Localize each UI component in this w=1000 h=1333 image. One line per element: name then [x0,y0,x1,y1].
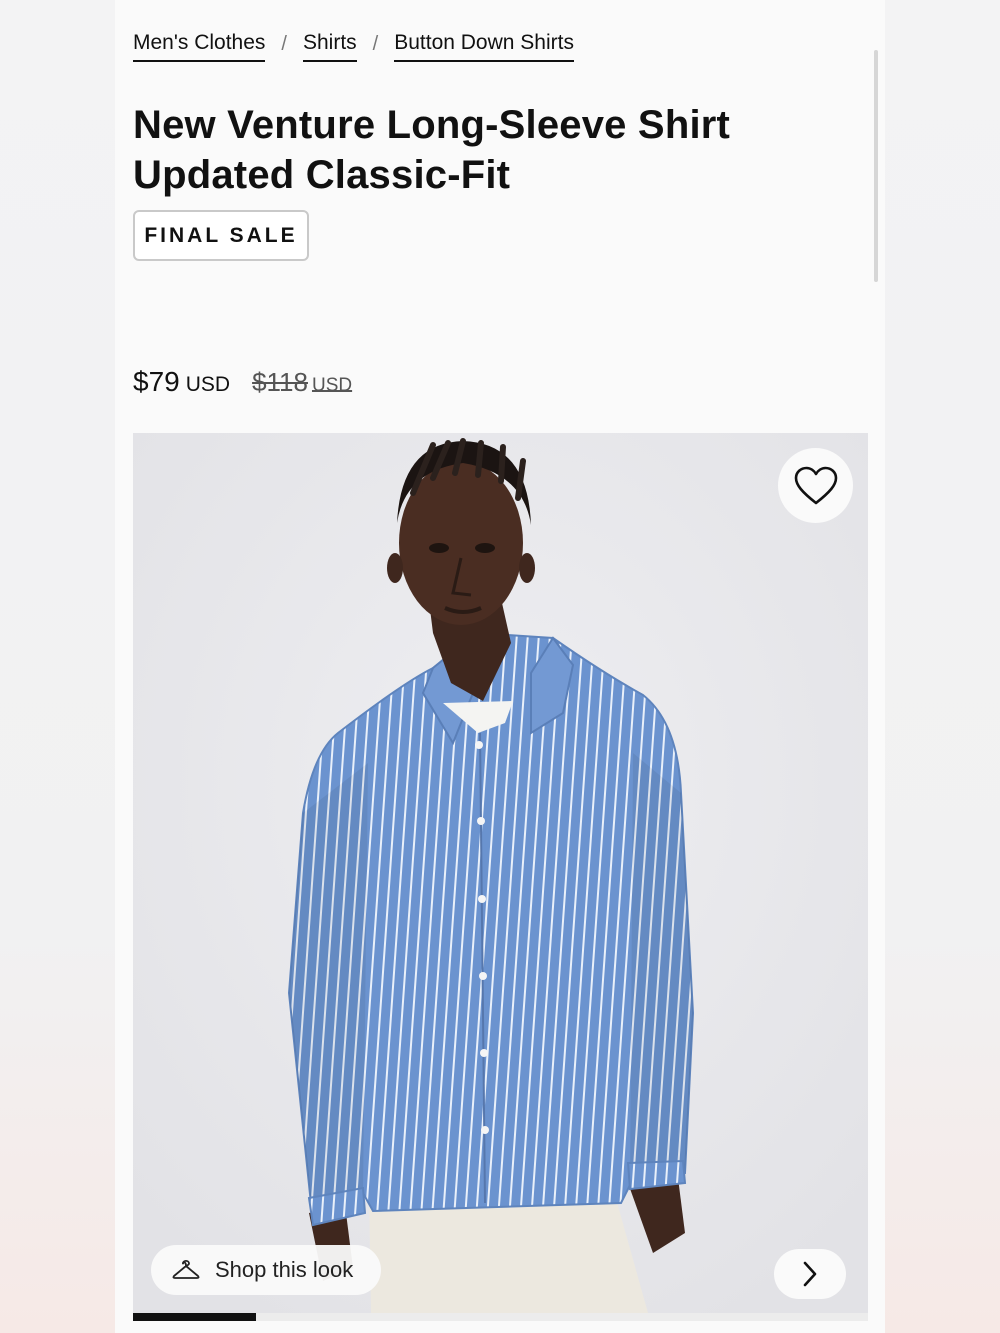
wishlist-button[interactable] [778,448,853,523]
chevron-right-icon [803,1261,817,1287]
breadcrumb-separator: / [281,32,287,55]
hanger-icon [171,1258,201,1282]
breadcrumb-link-shirts[interactable]: Shirts [302,30,357,62]
product-image-gallery[interactable]: Shop this look [133,433,868,1313]
breadcrumb-link-button-down-shirts[interactable]: Button Down Shirts [394,30,574,62]
scrollbar[interactable] [874,50,878,282]
gallery-progress-bar [133,1313,868,1321]
original-price-currency: USD [311,375,353,396]
original-price-value: $118 [252,367,308,397]
next-image-button[interactable] [774,1249,846,1299]
original-price: $118 USD [252,367,352,398]
gallery-progress-fill [133,1313,256,1321]
product-image [133,433,868,1313]
sale-price-currency: USD [185,373,231,396]
breadcrumb-separator: / [372,32,379,55]
final-sale-badge: FINAL SALE [133,210,309,261]
shop-this-look-button[interactable]: Shop this look [151,1245,382,1295]
product-title: New Venture Long-Sleeve Shirt Updated Cl… [133,100,833,200]
breadcrumb: Men's Clothes / Shirts / Button Down Shi… [133,30,574,62]
heart-outline-icon [794,466,837,504]
product-page: Men's Clothes / Shirts / Button Down Shi… [115,0,885,1333]
breadcrumb-link-mens-clothes[interactable]: Men's Clothes [133,30,266,62]
product-title-line1: New Venture Long-Sleeve Shirt [133,103,731,147]
shop-this-look-label: Shop this look [215,1257,354,1282]
product-title-line2: Updated Classic-Fit [133,153,511,197]
sale-price: $79 [133,366,180,397]
price-block: $79 USD $118 USD [133,366,352,398]
